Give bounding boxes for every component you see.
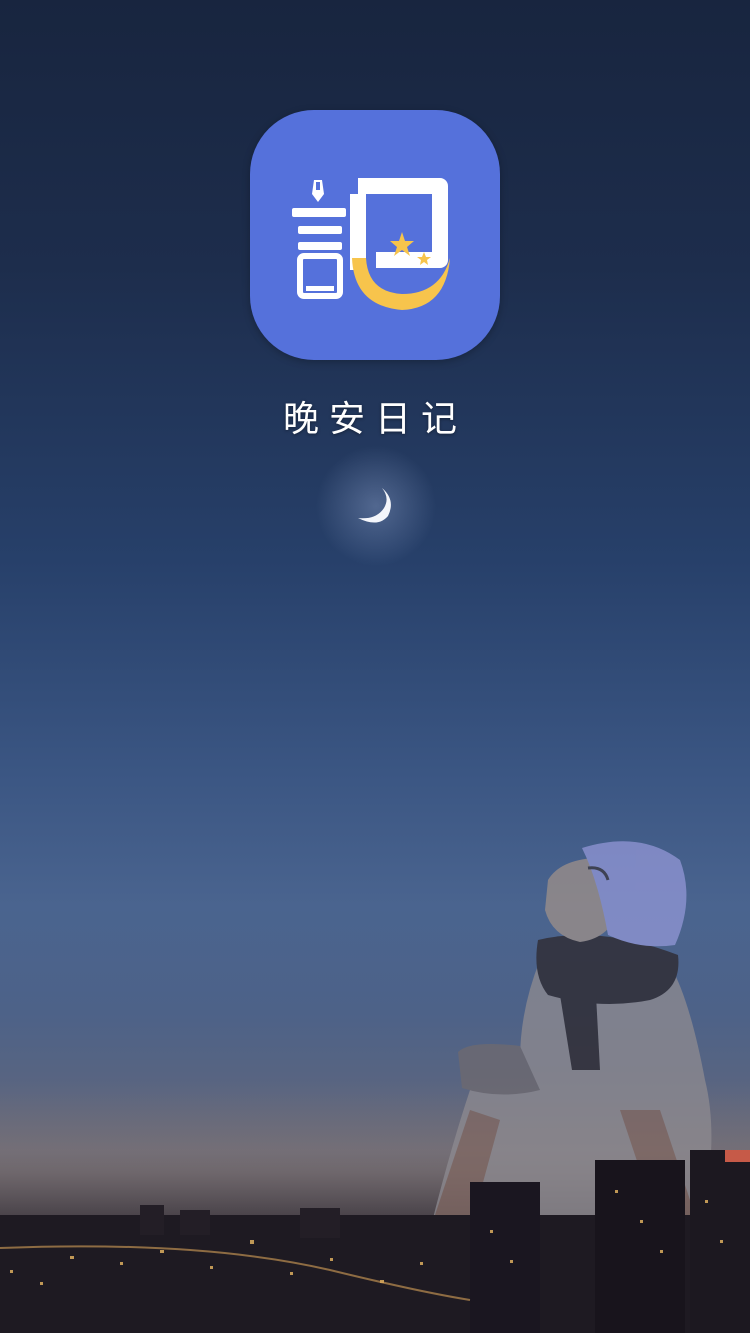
app-logo-icon [250,110,500,360]
app-name-title: 晚安日记 [282,399,467,440]
crescent-moon-icon [358,488,391,523]
splash-screen: 晚安日记 [0,0,750,1333]
